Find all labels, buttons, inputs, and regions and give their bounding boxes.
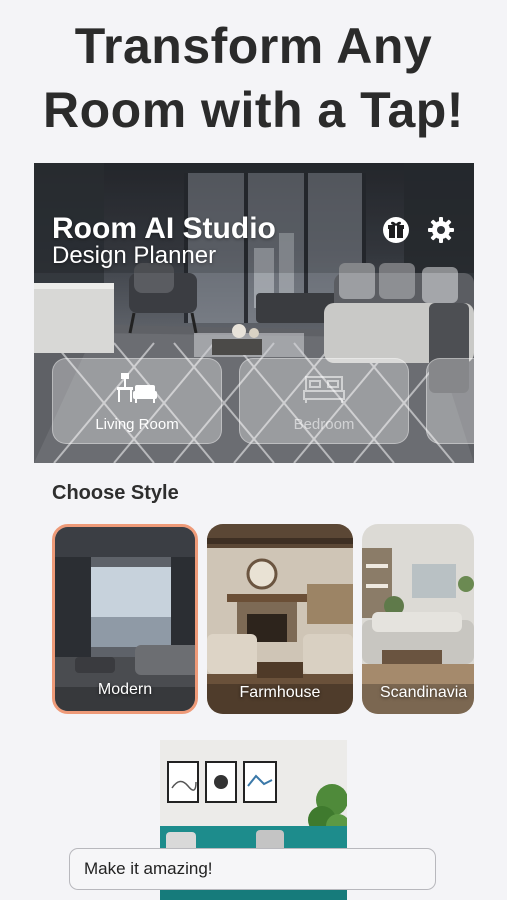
room-option-living-room[interactable]: Living Room bbox=[52, 358, 222, 444]
gear-icon[interactable] bbox=[426, 215, 456, 245]
room-option-bedroom[interactable]: Bedroom bbox=[239, 358, 409, 444]
choose-style-heading: Choose Style bbox=[52, 482, 179, 504]
style-label: Farmhouse bbox=[239, 684, 321, 701]
headline-line-2: Room with a Tap! bbox=[43, 82, 464, 138]
living-room-icon bbox=[115, 371, 159, 410]
gift-icon[interactable] bbox=[381, 215, 411, 245]
app-title: Room AI Studio bbox=[52, 212, 276, 245]
prompt-input[interactable]: Make it amazing! bbox=[69, 848, 436, 890]
style-card-modern[interactable]: Modern bbox=[52, 524, 198, 714]
app-subtitle: Design Planner bbox=[52, 242, 217, 269]
room-option-label: Bedroom bbox=[293, 416, 355, 433]
room-option-partial[interactable] bbox=[426, 358, 474, 444]
hero-banner: Room AI Studio Design Planner Living Roo… bbox=[34, 163, 474, 463]
headline: Transform Any Room with a Tap! bbox=[0, 14, 507, 142]
room-option-label: Living Room bbox=[95, 416, 179, 433]
headline-line-1: Transform Any bbox=[74, 18, 433, 74]
style-label: Modern bbox=[97, 681, 153, 698]
style-card-farmhouse[interactable]: Farmhouse bbox=[207, 524, 353, 714]
style-label: Scandinavia bbox=[380, 684, 468, 701]
style-card-scandinavian[interactable]: Scandinavia bbox=[362, 524, 474, 714]
bed-icon bbox=[302, 371, 346, 410]
